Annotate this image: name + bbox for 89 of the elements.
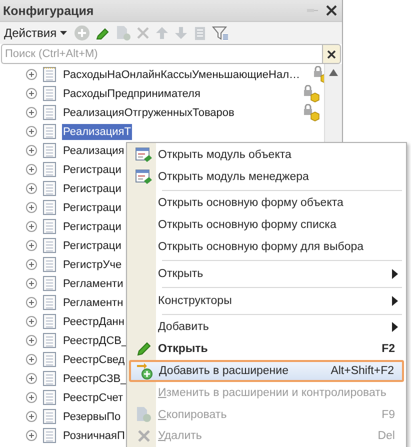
expand-icon[interactable] — [26, 183, 37, 194]
filter-icon[interactable] — [212, 26, 229, 40]
expand-icon[interactable] — [26, 392, 37, 403]
tree-item[interactable]: РеестрСчет — [62, 390, 124, 406]
document-icon — [43, 333, 56, 348]
close-icon — [327, 50, 336, 58]
expand-icon[interactable] — [26, 107, 37, 118]
document-icon — [43, 219, 56, 234]
search-field[interactable]: Поиск (Ctrl+Alt+M) — [1, 44, 322, 64]
submenu-arrow-icon — [392, 322, 398, 332]
document-icon — [43, 371, 56, 386]
document-icon — [43, 295, 56, 310]
menu-item[interactable]: Конструкторы — [129, 290, 404, 312]
add-icon — [136, 362, 153, 380]
tree-item[interactable]: РезервыПо — [62, 408, 122, 424]
document-icon — [43, 200, 56, 215]
menu-item[interactable]: Открыть основную форму объекта — [129, 192, 404, 214]
submenu-arrow-icon — [392, 296, 398, 306]
tree-item[interactable]: РеестрСвед — [62, 352, 126, 368]
document-icon — [43, 390, 56, 405]
actions-menu-button[interactable]: Действия — [2, 26, 69, 40]
pencil-icon — [135, 341, 152, 358]
document-icon — [43, 162, 56, 177]
tree-item[interactable]: Регламенти — [62, 276, 124, 292]
document-icon — [43, 276, 56, 291]
tree-item[interactable]: РасходыНаОнлайнКассыУменьшающиеНал… — [62, 66, 302, 82]
tree-item[interactable]: Регистраци — [62, 162, 122, 178]
menu-item[interactable]: Открыть F2 — [129, 338, 404, 360]
menu-item[interactable]: Открыть модуль менеджера — [129, 166, 404, 188]
tree-item[interactable]: Регистраци — [62, 200, 122, 216]
tree-item[interactable]: РеестрДанн — [62, 314, 126, 330]
document-icon — [43, 409, 56, 424]
expand-icon[interactable] — [26, 278, 37, 289]
expand-icon[interactable] — [26, 126, 37, 137]
tree-item[interactable]: РозничнаяП — [62, 428, 126, 444]
menu-item[interactable]: Открыть модуль объекта — [129, 144, 404, 166]
expand-icon[interactable] — [26, 354, 37, 365]
clear-button[interactable] — [322, 44, 341, 64]
document-icon — [43, 238, 56, 253]
close-icon[interactable] — [325, 4, 338, 17]
menu-item[interactable]: Открыть основную форму для выбора — [129, 236, 404, 258]
tree-item[interactable]: Реализация — [62, 142, 126, 158]
document-icon — [43, 86, 56, 101]
delete-icon — [136, 428, 152, 444]
expand-icon[interactable] — [26, 164, 37, 175]
document-icon — [43, 105, 56, 120]
tree-item[interactable]: РегистрУче — [62, 256, 123, 272]
tree-item[interactable]: Регистраци — [62, 238, 122, 254]
tree-item[interactable]: РеестрСЗВ_ — [62, 370, 128, 386]
expand-icon[interactable] — [26, 297, 37, 308]
tree-item[interactable]: Регламентн — [62, 294, 124, 310]
document-icon — [43, 143, 56, 158]
expand-icon[interactable] — [26, 202, 37, 213]
document-icon — [43, 181, 56, 196]
expand-icon[interactable] — [26, 259, 37, 270]
copy-icon — [135, 406, 152, 424]
menu-item[interactable]: Добавить — [129, 316, 404, 338]
expand-icon[interactable] — [26, 88, 37, 99]
expand-icon[interactable] — [26, 335, 37, 346]
expand-icon[interactable] — [26, 69, 37, 80]
expand-icon[interactable] — [26, 221, 37, 232]
tree-item[interactable]: Регистраци — [62, 180, 122, 196]
window-title: Конфигурация — [3, 4, 95, 18]
menu-item[interactable]: Добавить в расширение Alt+Shift+F2 — [129, 360, 404, 382]
scroll-up-icon[interactable] — [329, 69, 338, 76]
document-icon — [43, 352, 56, 367]
caret-icon — [60, 31, 67, 35]
module-icon — [134, 168, 152, 185]
document-icon — [43, 67, 56, 82]
document-icon — [43, 314, 56, 329]
tree-item[interactable]: РеализацияТ — [62, 124, 132, 140]
expand-icon[interactable] — [26, 145, 37, 156]
document-icon — [43, 428, 56, 443]
expand-icon[interactable] — [26, 430, 37, 441]
document-icon — [43, 124, 56, 139]
tree-item[interactable]: РеализацияОтгруженныхТоваров — [62, 104, 236, 120]
pencil-icon[interactable] — [94, 26, 110, 40]
module-icon — [134, 146, 152, 163]
expand-icon[interactable] — [26, 411, 37, 422]
tree-item[interactable]: РасходыПредпринимателя — [62, 86, 202, 102]
menu-item[interactable]: Открыть основную форму списка — [129, 214, 404, 236]
expand-icon[interactable] — [26, 316, 37, 327]
tree-item[interactable]: Регистраци — [62, 218, 122, 234]
menu-item[interactable]: Открыть — [129, 262, 404, 285]
expand-icon[interactable] — [26, 373, 37, 384]
tree-item[interactable]: РеестрДСВ_ — [62, 332, 129, 348]
expand-icon[interactable] — [26, 240, 37, 251]
document-icon — [43, 257, 56, 272]
submenu-arrow-icon — [392, 268, 398, 279]
